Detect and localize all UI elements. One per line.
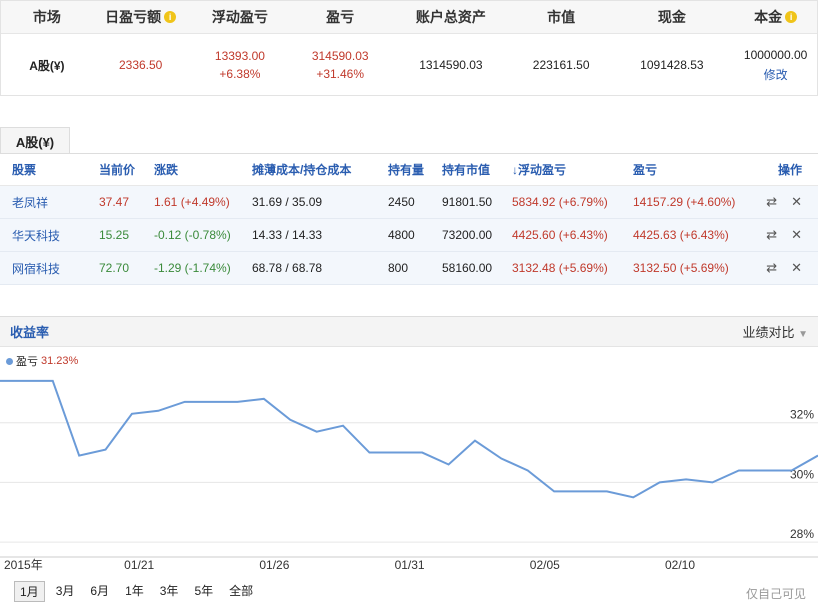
close-icon[interactable]: ✕ (791, 260, 802, 276)
summary-header: 市场 日盈亏额 i 浮动盈亏 盈亏 账户总资产 市值 现金 本金 i (1, 1, 817, 34)
y-tick-label: 28% (790, 527, 814, 541)
holding-value: 73200.00 (442, 228, 493, 242)
tab-a-shares[interactable]: A股(¥) (0, 127, 70, 154)
info-icon[interactable]: i (164, 11, 177, 23)
header-daily-pl-label: 日盈亏额 (105, 9, 162, 25)
range-selector: 1月 3月 6月 1年 3年 5年 全部 (14, 581, 258, 602)
pl-cell: 314590.03 +31.46% (291, 34, 389, 96)
pl: 4425.63 (+6.43%) (633, 228, 729, 242)
range-option[interactable]: 3月 (51, 581, 80, 602)
price-change: -0.12 (-0.78%) (154, 228, 231, 242)
x-tick-label: 01/31 (395, 558, 425, 572)
col-pl[interactable]: 盈亏 (633, 161, 755, 178)
pl-pct: +31.46% (316, 67, 365, 81)
modify-link[interactable]: 修改 (764, 66, 788, 83)
returns-line-chart: 32%30%28%2015年 01/21 01/26 01/31 02/05 02/10 (0, 379, 818, 572)
x-tick-label: 02/05 (530, 558, 560, 572)
col-price[interactable]: 当前价 (99, 161, 154, 178)
float-pl-cell: 13393.00 +6.38% (189, 34, 292, 96)
account-summary: 市场 日盈亏额 i 浮动盈亏 盈亏 账户总资产 市值 现金 本金 i A股(¥) 2… (0, 0, 818, 96)
range-option[interactable]: 5年 (189, 581, 218, 602)
float-pl-pct: +6.38% (219, 67, 261, 81)
market-name: A股(¥) (29, 58, 65, 73)
transfer-icon[interactable]: ⇄ (766, 194, 777, 210)
principal-value: 1000000.00 (743, 47, 808, 62)
holding-value: 58160.00 (442, 261, 493, 275)
close-icon[interactable]: ✕ (791, 227, 802, 243)
holdings-header: 股票 当前价 涨跌 摊薄成本/持仓成本 持有量 持有市值 ↓浮动盈亏 盈亏 操作 (0, 154, 818, 186)
header-principal-label: 本金 (754, 9, 783, 25)
cost-basis: 31.69 / 35.09 (252, 195, 323, 209)
cost-basis: 68.78 / 68.78 (252, 261, 323, 275)
quantity: 4800 (388, 228, 415, 242)
total-assets-value: 1314590.03 (419, 58, 483, 72)
table-row: 网宿科技 72.70 -1.29 (-1.74%) 68.78 / 68.78 800 5… (0, 252, 818, 285)
row-actions: ⇄ ✕ (755, 194, 818, 210)
cash-value: 1091428.53 (640, 58, 704, 72)
info-icon[interactable]: i (785, 11, 798, 23)
float-pl: 3132.48 (+5.69%) (512, 261, 608, 275)
current-price: 72.70 (99, 261, 130, 275)
stock-name[interactable]: 老凤祥 (0, 194, 99, 211)
header-principal: 本金 i (734, 1, 817, 33)
range-option[interactable]: 6月 (85, 581, 114, 602)
row-actions: ⇄ ✕ (755, 227, 818, 243)
header-market: 市场 (32, 9, 61, 25)
current-price: 15.25 (99, 228, 130, 242)
col-actions: 操作 (777, 163, 802, 177)
x-tick-label: 2015年 (4, 558, 43, 572)
series-line-pl (0, 379, 818, 499)
range-option[interactable]: 1月 (14, 581, 45, 602)
price-change: -1.29 (-1.74%) (154, 261, 231, 275)
header-total-assets: 账户总资产 (415, 9, 486, 25)
header-pl: 盈亏 (326, 9, 355, 25)
current-price: 37.47 (99, 195, 130, 209)
col-cost[interactable]: 摊薄成本/持仓成本 (252, 161, 388, 178)
x-tick-label: 02/10 (665, 558, 695, 572)
x-tick-label: 01/26 (259, 558, 289, 572)
col-stock: 股票 (12, 163, 37, 177)
col-value[interactable]: 持有市值 (442, 161, 512, 178)
float-pl-value: 13393.00 (214, 49, 265, 63)
table-row: 华天科技 15.25 -0.12 (-0.78%) 14.33 / 14.33 4800… (0, 219, 818, 252)
market-value: 223161.50 (532, 58, 590, 72)
visibility-note: 仅自己可见 (745, 587, 806, 601)
row-actions: ⇄ ✕ (755, 260, 818, 276)
transfer-icon[interactable]: ⇄ (766, 227, 777, 243)
header-daily-pl: 日盈亏额 i (93, 1, 189, 33)
holdings-table: 股票 当前价 涨跌 摊薄成本/持仓成本 持有量 持有市值 ↓浮动盈亏 盈亏 操作… (0, 154, 818, 285)
header-float-pl: 浮动盈亏 (211, 9, 268, 25)
stock-name[interactable]: 华天科技 (0, 227, 99, 244)
float-pl: 5834.92 (+6.79%) (512, 195, 608, 209)
header-cash: 现金 (657, 9, 686, 25)
quantity: 800 (388, 261, 409, 275)
col-float-pl[interactable]: ↓浮动盈亏 (512, 161, 633, 178)
header-market-value: 市值 (547, 9, 576, 25)
float-pl: 4425.60 (+6.43%) (512, 228, 608, 242)
col-qty[interactable]: 持有量 (388, 161, 442, 178)
daily-pl-value: 2336.50 (118, 58, 163, 72)
returns-chart-panel: 收益率 业绩对比 ▼ 盈亏 31.23% 32% 30% 28% 2015年 01/21… (0, 316, 818, 603)
transfer-icon[interactable]: ⇄ (766, 260, 777, 276)
pl: 14157.29 (+4.60%) (633, 195, 736, 209)
pl: 3132.50 (+5.69%) (633, 261, 729, 275)
price-change: 1.61 (+4.49%) (154, 195, 230, 209)
range-option[interactable]: 全部 (224, 581, 258, 602)
holding-value: 91801.50 (442, 195, 493, 209)
y-tick-label: 32% (790, 408, 814, 422)
cost-basis: 14.33 / 14.33 (252, 228, 323, 242)
quantity: 2450 (388, 195, 415, 209)
range-option[interactable]: 3年 (155, 581, 184, 602)
col-change[interactable]: 涨跌 (154, 161, 252, 178)
pl-value: 314590.03 (311, 49, 369, 63)
table-row: 老凤祥 37.47 1.61 (+4.49%) 31.69 / 35.09 2450 91… (0, 186, 818, 219)
range-option[interactable]: 1年 (120, 581, 149, 602)
principal-cell: 1000000.00 修改 (734, 34, 817, 96)
close-icon[interactable]: ✕ (791, 194, 802, 210)
x-tick-label: 01/21 (124, 558, 154, 572)
stock-name[interactable]: 网宿科技 (0, 260, 99, 277)
col-float-pl-label: 浮动盈亏 (518, 163, 567, 177)
summary-row: A股(¥) 2336.50 13393.00 +6.38% 314590.03 … (1, 34, 817, 96)
